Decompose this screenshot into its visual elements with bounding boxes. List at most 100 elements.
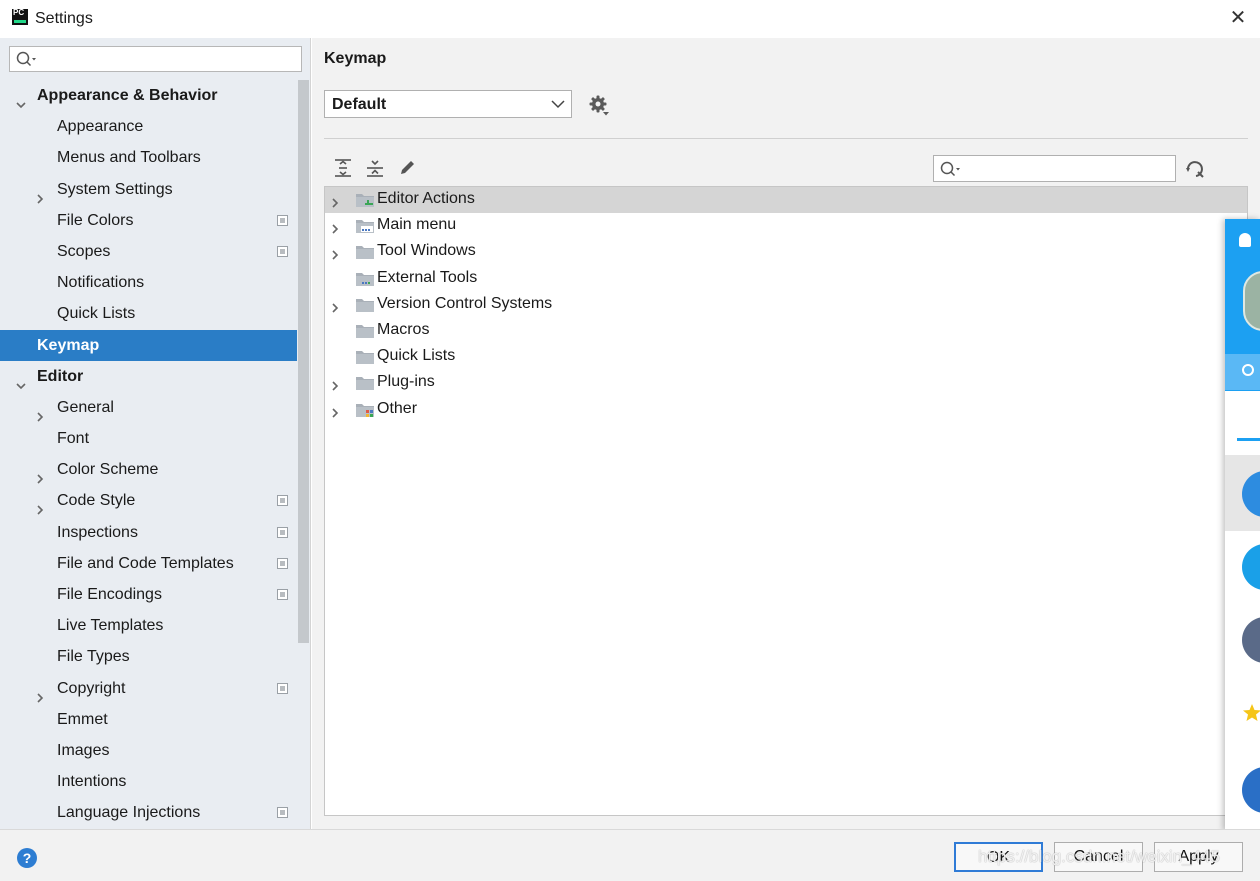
cancel-button[interactable]: Cancel: [1054, 842, 1143, 872]
collapse-all-icon[interactable]: [364, 158, 386, 178]
sidebar-item-intentions[interactable]: Intentions: [0, 766, 297, 797]
tree-item-label: Macros: [377, 320, 430, 338]
chat-search-bar[interactable]: [1225, 354, 1260, 390]
sidebar-item-inspections[interactable]: Inspections: [0, 517, 297, 548]
sidebar-item-images[interactable]: Images: [0, 735, 297, 766]
sidebar-item-label: Keymap: [37, 336, 100, 354]
sidebar-item-label: Font: [57, 430, 90, 448]
sidebar-item-label: System Settings: [57, 180, 173, 198]
close-icon[interactable]: ✕: [1226, 6, 1250, 30]
chevron-down-icon[interactable]: [16, 371, 26, 389]
chevron-right-icon[interactable]: [35, 184, 45, 204]
chevron-right-icon[interactable]: [330, 247, 340, 265]
page-title: Keymap: [324, 50, 387, 67]
chevron-right-icon[interactable]: [330, 300, 340, 318]
sidebar-item-quick-lists[interactable]: Quick Lists: [0, 298, 297, 329]
sidebar-item-editor[interactable]: Editor: [0, 361, 297, 392]
sidebar-item-label: Notifications: [57, 274, 145, 292]
project-level-icon: [277, 807, 288, 819]
sidebar-item-label: Appearance: [57, 118, 144, 136]
edit-pencil-icon[interactable]: [397, 158, 419, 178]
sidebar-item-scopes[interactable]: Scopes: [0, 236, 297, 267]
apply-button[interactable]: Apply: [1154, 842, 1243, 872]
project-level-icon: [277, 495, 288, 507]
sidebar-item-label: Color Scheme: [57, 461, 159, 479]
settings-sidebar: Appearance & Behavior Appearance Menus and…: [0, 38, 311, 829]
chevron-down-icon[interactable]: [16, 90, 26, 109]
tree-item-label: External Tools: [377, 268, 478, 286]
sidebar-item-file-encodings[interactable]: File Encodings: [0, 579, 297, 610]
sidebar-item-label: Language Injections: [57, 804, 201, 822]
tree-item-external-tools[interactable]: External Tools: [325, 266, 1247, 292]
keymap-scheme-dropdown[interactable]: Default: [324, 90, 572, 118]
avatar[interactable]: [1242, 617, 1260, 663]
sidebar-item-font[interactable]: Font: [0, 423, 297, 454]
sidebar-item-appearance[interactable]: Appearance: [0, 111, 297, 142]
sidebar-item-system-settings[interactable]: System Settings: [0, 174, 297, 205]
folder-tools-icon: [356, 271, 374, 292]
sidebar-item-label: Emmet: [57, 710, 108, 728]
sidebar-item-live-templates[interactable]: Live Templates: [0, 610, 297, 641]
tree-item-version-control-systems[interactable]: Version Control Systems: [325, 292, 1247, 318]
chevron-right-icon[interactable]: [35, 495, 45, 516]
sidebar-item-label: General: [57, 398, 114, 416]
pycharm-app-icon: PC: [12, 9, 28, 25]
folder-icon: [356, 375, 374, 396]
find-by-shortcut-icon[interactable]: [1184, 158, 1206, 180]
tab-indicator: [1237, 438, 1260, 441]
star-icon: [1243, 704, 1260, 721]
sidebar-item-color-scheme[interactable]: Color Scheme: [0, 454, 297, 485]
sidebar-item-general[interactable]: General: [0, 392, 297, 423]
sidebar-item-language-injections[interactable]: Language Injections: [0, 797, 297, 828]
avatar[interactable]: [1243, 271, 1260, 331]
folder-other-icon: [356, 402, 374, 423]
keymap-search-input[interactable]: [933, 155, 1176, 182]
tree-item-tool-windows[interactable]: Tool Windows: [325, 239, 1247, 265]
gear-icon[interactable]: [589, 95, 611, 117]
avatar[interactable]: [1242, 691, 1260, 737]
sidebar-item-copyright[interactable]: Copyright: [0, 673, 297, 704]
avatar[interactable]: [1242, 767, 1260, 813]
sidebar-item-emmet[interactable]: Emmet: [0, 704, 297, 735]
notification-icon: [1239, 233, 1251, 247]
sidebar-item-menus-and-toolbars[interactable]: Menus and Toolbars: [0, 142, 297, 173]
tree-item-quick-lists[interactable]: Quick Lists: [325, 344, 1247, 370]
chevron-right-icon[interactable]: [330, 195, 340, 213]
project-level-icon: [277, 557, 288, 569]
chevron-right-icon[interactable]: [35, 683, 45, 703]
keymap-action-tree: Editor Actions Main menu Tool Windows Exter…: [324, 186, 1248, 816]
help-icon[interactable]: ?: [17, 848, 37, 868]
search-icon: [16, 51, 36, 67]
sidebar-item-keymap[interactable]: Keymap: [0, 329, 297, 361]
chevron-right-icon[interactable]: [35, 402, 45, 422]
sidebar-search-input[interactable]: [9, 46, 302, 72]
sidebar-item-label: Live Templates: [57, 617, 164, 635]
chevron-right-icon[interactable]: [35, 464, 45, 484]
avatar[interactable]: [1242, 544, 1260, 590]
sidebar-item-file-and-code-templates[interactable]: File and Code Templates: [0, 548, 297, 579]
tree-item-label: Quick Lists: [377, 347, 456, 365]
tree-item-other[interactable]: Other: [325, 397, 1247, 423]
tree-item-plug-ins[interactable]: Plug-ins: [325, 370, 1247, 396]
project-level-icon: [277, 589, 288, 600]
tree-item-editor-actions[interactable]: Editor Actions: [325, 187, 1247, 214]
settings-nav-tree: Appearance & Behavior Appearance Menus and…: [0, 80, 297, 829]
sidebar-item-appearance-and-behavior[interactable]: Appearance & Behavior: [0, 80, 297, 111]
folder-icon: [356, 349, 374, 370]
chevron-right-icon[interactable]: [330, 378, 340, 396]
sidebar-item-code-style[interactable]: Code Style: [0, 485, 297, 516]
tree-item-macros[interactable]: Macros: [325, 318, 1247, 344]
ok-button[interactable]: OK: [954, 842, 1043, 872]
folder-icon: [356, 244, 374, 265]
sidebar-scrollbar[interactable]: [298, 80, 309, 643]
sidebar-item-file-types[interactable]: File Types: [0, 641, 297, 672]
folder-menu-icon: [356, 218, 374, 239]
sidebar-item-label: Code Style: [57, 492, 136, 510]
chevron-right-icon[interactable]: [330, 221, 340, 239]
chevron-right-icon[interactable]: [330, 405, 340, 423]
window-title: Settings: [35, 10, 93, 27]
sidebar-item-file-colors[interactable]: File Colors: [0, 205, 297, 236]
expand-all-icon[interactable]: [332, 158, 354, 178]
sidebar-item-notifications[interactable]: Notifications: [0, 267, 297, 298]
tree-item-main-menu[interactable]: Main menu: [325, 213, 1247, 239]
